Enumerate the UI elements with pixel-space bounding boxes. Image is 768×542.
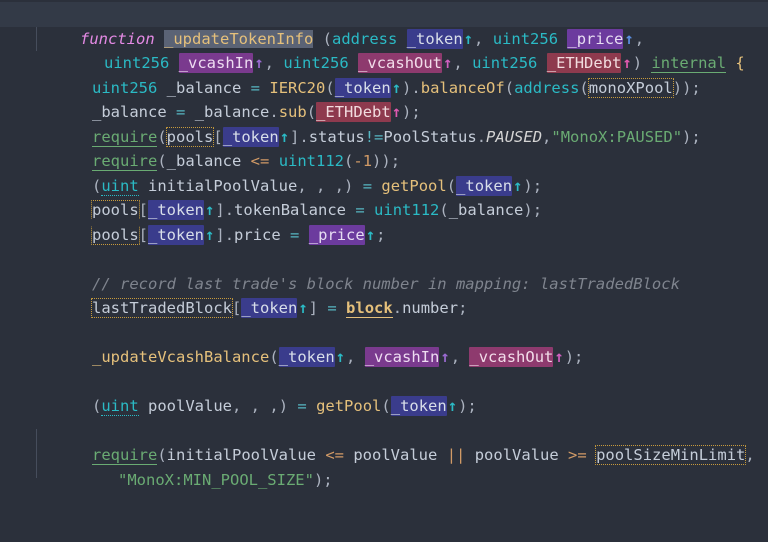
code-line[interactable]: uint256 _vcashIn↑, uint256 _vcashOut↑, u… [0,27,768,73]
code-content[interactable]: function _updateTokenInfo (address _toke… [0,0,768,541]
code-line-blank[interactable] [0,223,768,248]
code-line-blank[interactable] [0,468,768,493]
code-line[interactable]: function _updateTokenInfo (address _toke… [0,2,768,49]
code-line-blank[interactable] [0,296,768,321]
code-line[interactable]: uint256 _balance = IERC20(_token↑).balan… [0,51,768,98]
code-line[interactable]: _balance = _balance.sub(_ETHDebt↑); [0,76,768,122]
code-line[interactable]: lastTradedBlock[_token↑] = block.number; [0,272,768,318]
code-line-blank[interactable] [0,345,768,370]
code-line[interactable]: // record last trade's block number in m… [0,247,768,293]
code-line[interactable]: } [0,517,768,542]
code-line[interactable]: require(initialPoolValue <= poolValue ||… [0,419,768,465]
code-line-blank[interactable] [0,394,768,419]
code-line[interactable]: (uint initialPoolValue, , ,) = getPool(_… [0,149,768,196]
code-line[interactable]: require(pools[_token↑].status!=PoolStatu… [0,100,768,147]
code-line[interactable]: pools[_token↑].tokenBalance = uint112(_b… [0,174,768,220]
code-line[interactable]: pools[_token↑].price = _price↑; [0,198,768,245]
code-line[interactable]: require(_balance <= uint112(-1)); [0,125,768,171]
code-line[interactable]: _updateVcashBalance(_token↑, _vcashIn↑, … [0,321,768,367]
code-line-blank[interactable] [0,492,768,517]
code-editor[interactable]: function _updateTokenInfo (address _toke… [0,0,768,542]
code-line[interactable]: (uint poolValue, , ,) = getPool(_token↑)… [0,370,768,416]
code-line[interactable]: "MonoX:MIN_POOL_SIZE"); [0,443,768,489]
